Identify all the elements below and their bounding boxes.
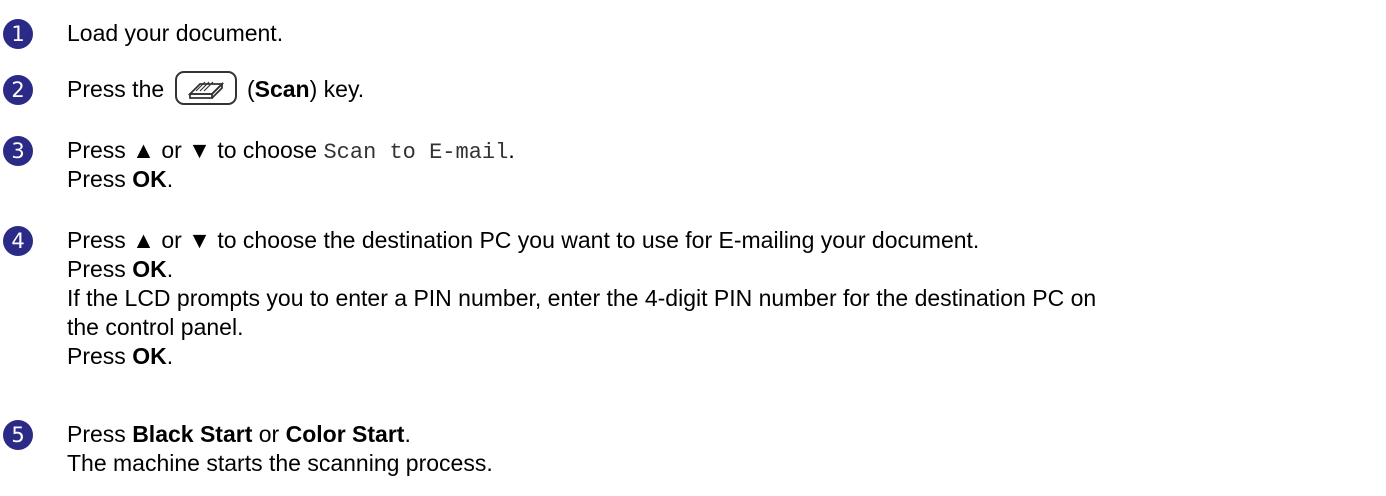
step-4-line-1: Press ▲ or ▼ to choose the destination P… — [67, 227, 980, 253]
step-3-line-1: Press ▲ or ▼ to choose Scan to E-mail. — [67, 136, 515, 165]
menu-scan-to-email: Scan to E-mail — [323, 140, 509, 165]
step-2-text: Press the (Scan) key. — [67, 70, 365, 105]
step-number-1: 1 — [3, 19, 33, 49]
step-4-text: Press ▲ or ▼ to choose the destination P… — [67, 226, 1096, 371]
step-2-line: Press the (Scan) key. — [67, 70, 365, 105]
ok-key-label: OK — [132, 166, 167, 192]
step-5-line-1-prefix: Press — [67, 421, 133, 447]
step-5-line-2: The machine starts the scanning process. — [67, 450, 493, 476]
step-3-line-2: Press OK. — [67, 165, 515, 194]
scan-key-label: Scan — [254, 76, 310, 102]
step-1-line: Load your document. — [67, 20, 284, 46]
scanner-key-icon — [174, 70, 237, 105]
step-5-text: Press Black Start or Color Start. The ma… — [67, 420, 493, 478]
step-1-text: Load your document. — [67, 19, 283, 48]
color-start-key-label: Color Start — [285, 421, 405, 447]
step-number-3: 3 — [3, 136, 33, 166]
step-3-line-2-end: . — [166, 166, 174, 192]
step-4-line-2-end: . — [166, 256, 174, 282]
step-4-line-4: the control panel. — [67, 314, 244, 340]
step-4-line-5-end: . — [166, 343, 174, 369]
ok-key-label: OK — [132, 343, 167, 369]
step-4-line-3: If the LCD prompts you to enter a PIN nu… — [67, 285, 1097, 311]
step-5-line-1-end: . — [404, 421, 411, 447]
step-5-line-1: Press Black Start or Color Start. — [67, 420, 493, 449]
step-4-line-2: Press OK. — [67, 255, 1096, 284]
step-2-text-after: key. — [323, 76, 365, 102]
step-5-line-1-mid: or — [252, 421, 286, 447]
step-number-4: 4 — [3, 226, 33, 256]
step-number-2: 2 — [3, 75, 33, 105]
scan-paren-open: ( — [246, 76, 255, 102]
step-3-text: Press ▲ or ▼ to choose Scan to E-mail. P… — [67, 136, 515, 194]
step-3-line-2-prefix: Press — [67, 166, 133, 192]
step-number-5: 5 — [3, 420, 33, 450]
step-2-text-before: Press the — [67, 76, 165, 102]
step-4-line-5-prefix: Press — [67, 343, 133, 369]
black-start-key-label: Black Start — [132, 421, 253, 447]
step-4-line-5: Press OK. — [67, 342, 1096, 371]
step-4-line-2-prefix: Press — [67, 256, 133, 282]
ok-key-label: OK — [132, 256, 167, 282]
step-3-line-1-prefix: Press ▲ or ▼ to choose — [67, 137, 324, 163]
step-3-line-1-end: . — [508, 137, 515, 163]
scan-paren-close: ) — [309, 76, 318, 102]
